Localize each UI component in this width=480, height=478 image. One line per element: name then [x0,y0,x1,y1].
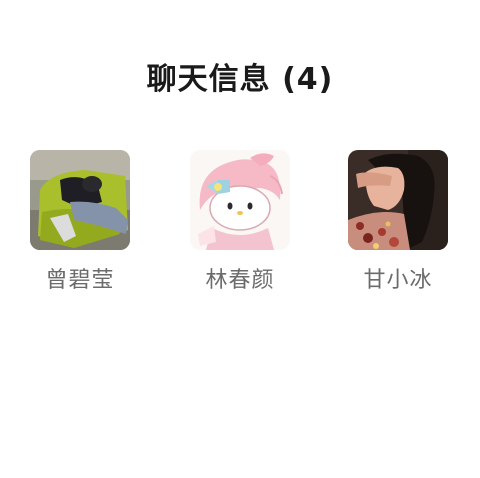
member-item[interactable]: 甘小冰 [338,150,458,294]
woman-portrait-photo-icon [348,150,448,250]
member-item[interactable]: 曾碧莹 [20,150,140,294]
avatar[interactable] [30,150,130,250]
member-name: 甘小冰 [363,268,433,293]
chat-info-page: 聊天信息 (4) 曾碧莹 林春颜 甘小冰 [0,0,480,478]
avatar[interactable] [348,150,448,250]
avatar[interactable] [190,150,290,250]
member-grid: 曾碧莹 林春颜 甘小冰 [0,150,480,300]
member-item[interactable]: 林春颜 [180,150,300,294]
member-name: 林春颜 [205,268,275,293]
person-on-green-chair-photo-icon [30,150,130,250]
my-melody-character-icon [190,150,290,250]
page-title: 聊天信息 (4) [146,62,334,97]
member-name: 曾碧莹 [45,268,115,293]
